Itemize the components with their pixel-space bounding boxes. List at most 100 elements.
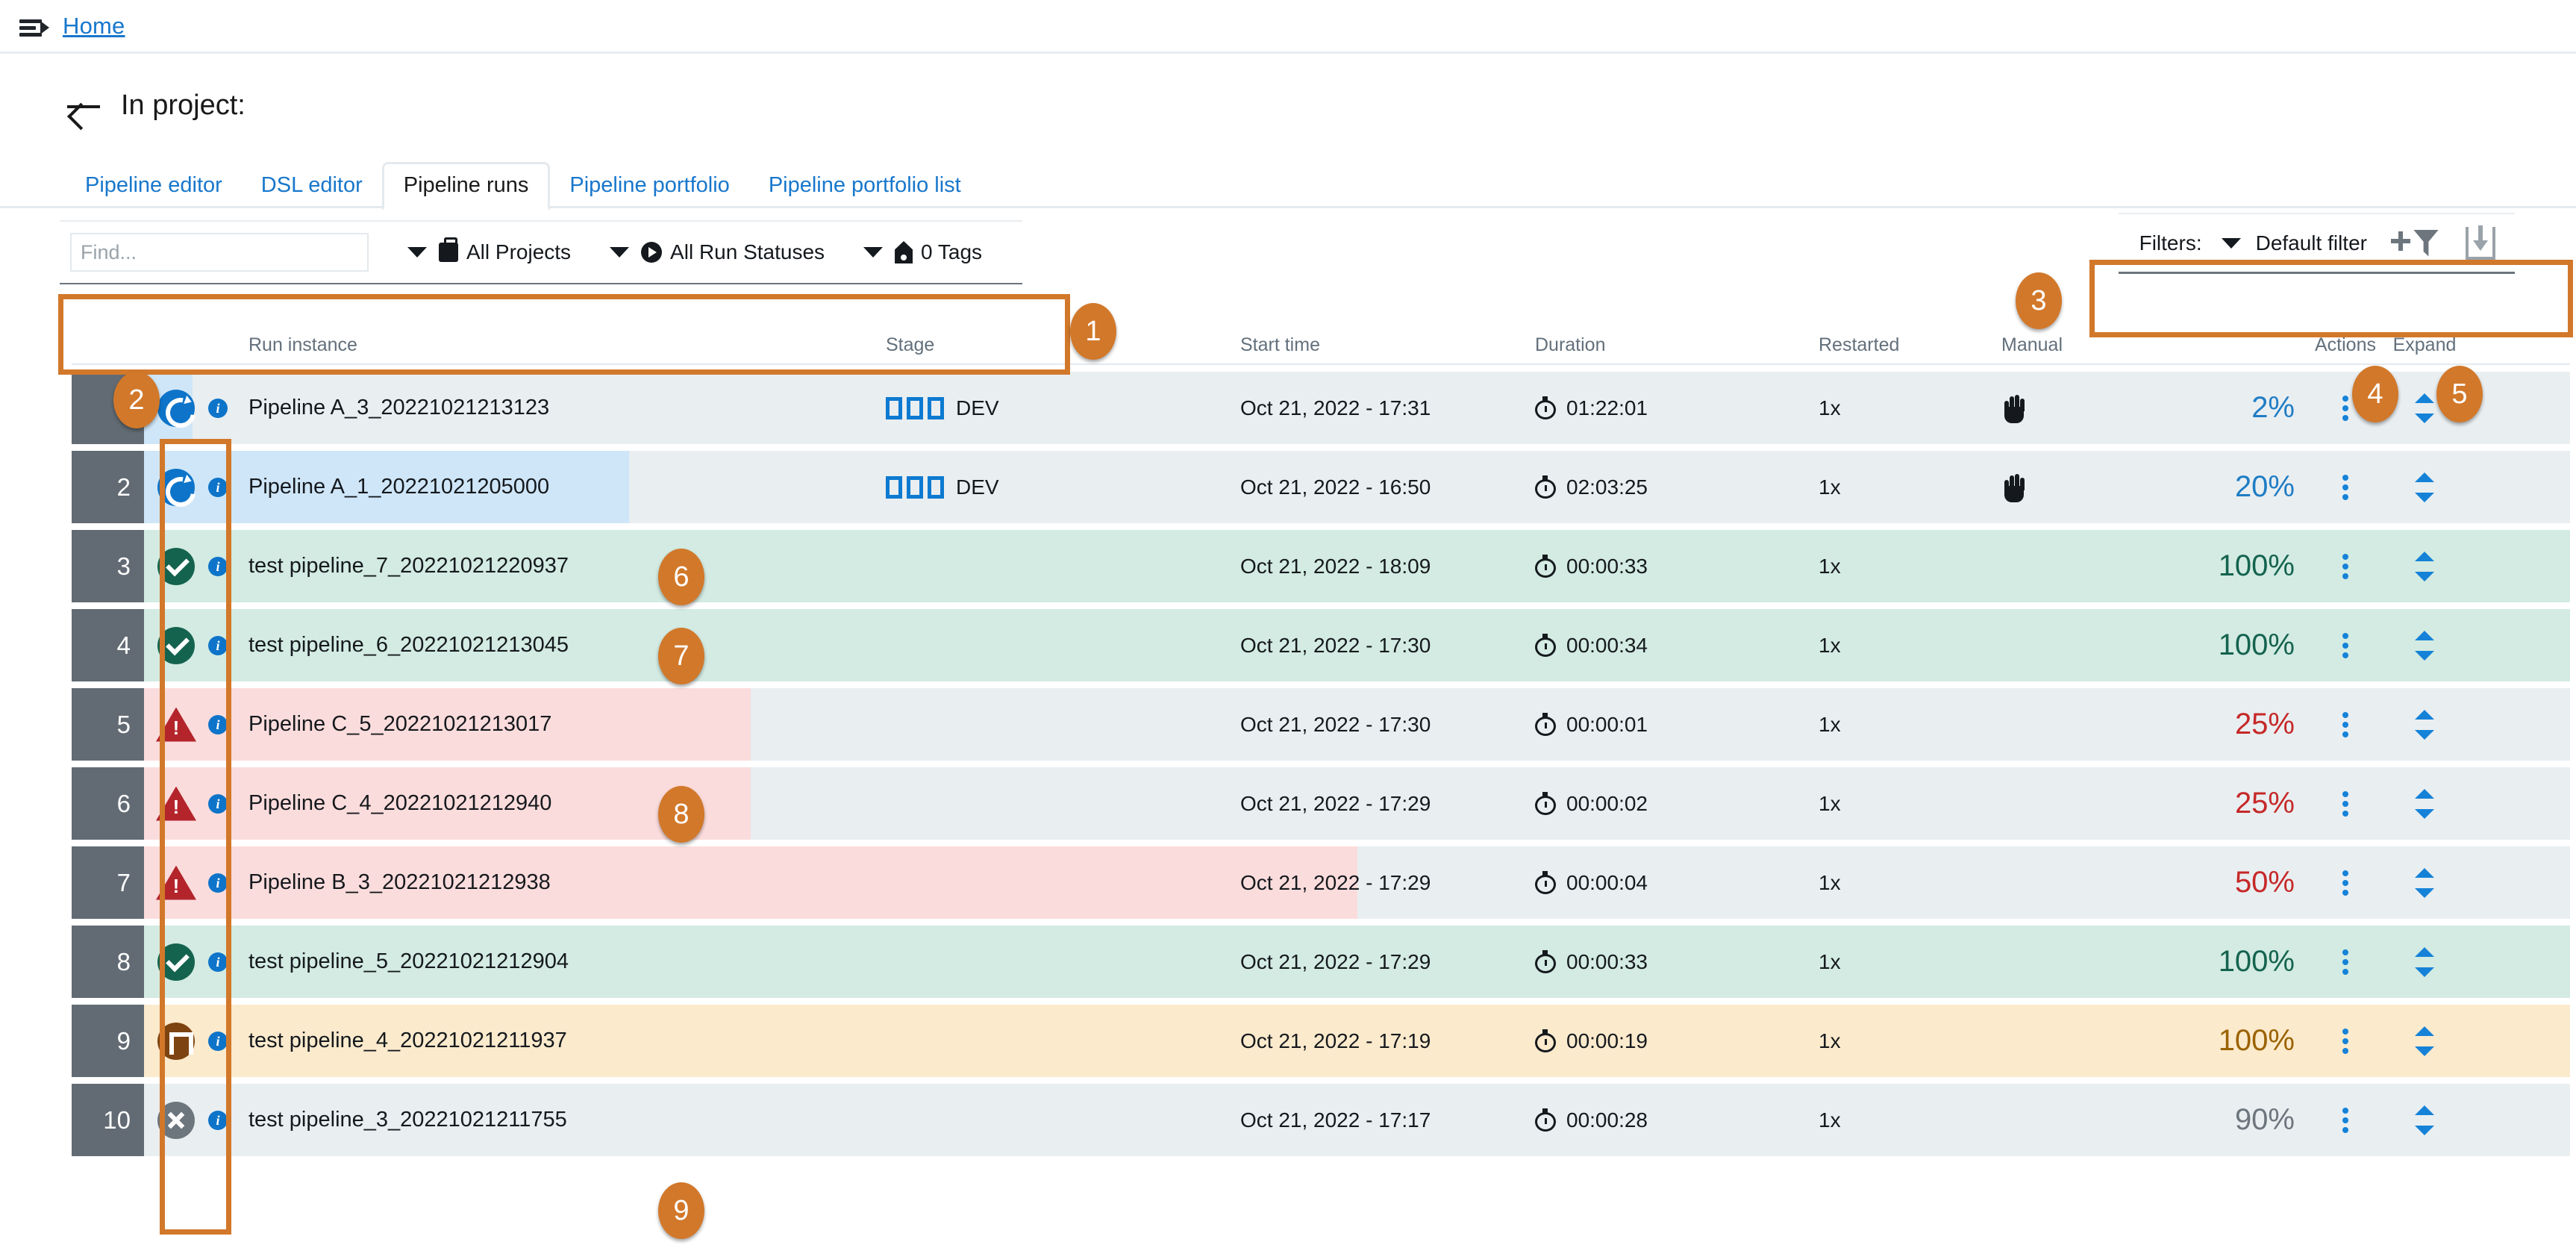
column-header-duration[interactable]: Duration [1535, 334, 1819, 363]
chevron-down-icon [407, 247, 427, 258]
run-status-icon-cell[interactable] [144, 865, 208, 900]
timer-icon [1535, 712, 1556, 736]
run-info-cell[interactable]: i [208, 556, 237, 576]
run-status-filter-label: All Run Statuses [670, 240, 825, 263]
menu-arrow-icon[interactable] [19, 13, 52, 39]
run-status-icon-cell[interactable] [144, 468, 208, 506]
selected-filter-label[interactable]: Default filter [2256, 231, 2367, 255]
run-percent: 20% [2234, 470, 2295, 503]
run-status-icon-cell[interactable] [144, 547, 208, 585]
table-row[interactable]: 7 i Pipeline B_3_20221021212938 Oct 21, 202… [72, 846, 2570, 919]
status-running-icon [157, 389, 195, 427]
play-circle-icon [641, 242, 663, 263]
row-actions-button[interactable] [2304, 708, 2387, 741]
run-instance-name[interactable]: Pipeline C_5_20221021213017 [237, 712, 886, 737]
column-header-start-time[interactable]: Start time [1240, 334, 1535, 363]
row-expand-button[interactable] [2387, 708, 2462, 741]
row-actions-button[interactable] [2304, 787, 2387, 820]
table-row[interactable]: 1iPipeline A_3_20221021213123DEVOct 21, … [72, 372, 2570, 444]
row-actions-button[interactable] [2304, 867, 2387, 899]
row-actions-button[interactable] [2304, 629, 2387, 662]
add-filter-icon[interactable] [2391, 227, 2440, 260]
search-input[interactable] [70, 233, 369, 272]
run-status-icon-cell[interactable] [144, 786, 208, 821]
run-restarted: 1x [1819, 1029, 1841, 1052]
run-info-cell[interactable]: i [208, 398, 237, 418]
run-info-cell[interactable]: i [208, 952, 237, 972]
table-row[interactable]: 9 i test pipeline_4_20221021211937 Oct 21, … [72, 1005, 2570, 1077]
run-instance-name[interactable]: test pipeline_4_20221021211937 [237, 1029, 886, 1053]
run-restarted: 1x [1819, 475, 1841, 499]
row-expand-button[interactable] [2387, 787, 2462, 820]
tab-pipeline-runs[interactable]: Pipeline runs [381, 162, 551, 210]
table-row[interactable]: 2 i Pipeline A_1_20221021205000 DEV Oct 21, … [72, 451, 2570, 523]
projects-filter-dropdown[interactable]: All Projects [407, 237, 571, 264]
row-expand-button[interactable] [2387, 1104, 2462, 1137]
run-status-filter-dropdown[interactable]: All Run Statuses [610, 240, 825, 264]
tag-icon [895, 241, 913, 263]
table-row[interactable]: 8 i test pipeline_5_20221021212904 Oct 21, … [72, 926, 2570, 998]
row-actions-button[interactable] [2304, 1025, 2387, 1058]
run-instance-name[interactable]: test pipeline_3_20221021211755 [237, 1108, 886, 1132]
kebab-menu-icon [2342, 471, 2348, 504]
column-header-manual[interactable]: Manual [2001, 334, 2132, 363]
table-row[interactable]: 4 i test pipeline_6_20221021213045 Oct 21, … [72, 609, 2570, 681]
tab-pipeline-portfolio-list[interactable]: Pipeline portfolio list [749, 164, 981, 208]
row-actions-button[interactable] [2304, 946, 2387, 979]
breadcrumb-home-link[interactable]: Home [63, 13, 125, 40]
table-row[interactable]: 10 i test pipeline_3_20221021211755 Oct 21,… [72, 1084, 2570, 1156]
run-start-time: Oct 21, 2022 - 17:19 [1240, 1029, 1431, 1052]
run-info-cell[interactable]: i [208, 793, 237, 814]
run-status-icon-cell[interactable] [144, 1022, 208, 1060]
run-instance-name[interactable]: Pipeline B_3_20221021212938 [237, 870, 886, 895]
run-instance-name[interactable]: Pipeline C_4_20221021212940 [237, 791, 886, 816]
row-expand-button[interactable] [2387, 471, 2462, 504]
row-actions-button[interactable] [2304, 471, 2387, 504]
column-header-stage[interactable]: Stage [886, 334, 1240, 363]
row-actions-button[interactable] [2304, 1104, 2387, 1137]
row-expand-button[interactable] [2387, 629, 2462, 662]
run-status-icon-cell[interactable] [144, 626, 208, 664]
run-status-icon-cell[interactable] [144, 1101, 208, 1139]
row-actions-button[interactable] [2304, 550, 2387, 583]
filters-label: Filters: [2139, 231, 2202, 255]
run-status-icon-cell[interactable] [144, 707, 208, 742]
row-expand-button[interactable] [2387, 867, 2462, 899]
run-instance-name[interactable]: test pipeline_7_20221021220937 [237, 554, 886, 578]
status-warn-icon [156, 865, 196, 900]
tab-pipeline-portfolio[interactable]: Pipeline portfolio [550, 164, 748, 208]
run-info-cell[interactable]: i [208, 1110, 237, 1130]
kebab-menu-icon [2342, 1104, 2348, 1137]
row-expand-button[interactable] [2387, 1025, 2462, 1058]
filters-bar: Filters: Default filter [2118, 213, 2515, 274]
export-filter-icon[interactable] [2466, 225, 2495, 260]
status-ok-icon [157, 626, 195, 664]
tab-pipeline-editor[interactable]: Pipeline editor [66, 164, 242, 208]
tags-filter-dropdown[interactable]: 0 Tags [863, 240, 982, 264]
run-info-cell[interactable]: i [208, 635, 237, 655]
row-expand-button[interactable] [2387, 550, 2462, 583]
chevron-down-icon[interactable] [2221, 237, 2241, 249]
table-row[interactable]: 3 i test pipeline_7_20221021220937 Oct 21, … [72, 530, 2570, 602]
run-info-cell[interactable]: i [208, 477, 237, 497]
timer-icon [1535, 475, 1556, 499]
callout-badge-8: 8 [658, 786, 704, 843]
run-info-cell[interactable]: i [208, 1031, 237, 1051]
tab-dsl-editor[interactable]: DSL editor [242, 164, 382, 208]
run-instance-name[interactable]: test pipeline_6_20221021213045 [237, 633, 886, 658]
run-info-cell[interactable]: i [208, 873, 237, 893]
row-expand-button[interactable] [2387, 946, 2462, 979]
stage-progress-boxes [886, 396, 944, 419]
run-info-cell[interactable]: i [208, 714, 237, 734]
column-header-run-instance[interactable]: Run instance [237, 334, 886, 363]
run-instance-name[interactable]: test pipeline_5_20221021212904 [237, 949, 886, 974]
run-percent: 90% [2234, 1103, 2295, 1136]
column-header-restarted[interactable]: Restarted [1819, 334, 2001, 363]
back-arrow-icon[interactable] [66, 91, 104, 121]
run-instance-name[interactable]: Pipeline A_1_20221021205000 [237, 475, 886, 499]
run-status-icon-cell[interactable] [144, 943, 208, 981]
chevron-updown-icon [2413, 946, 2436, 979]
run-instance-name[interactable]: Pipeline A_3_20221021213123 [237, 396, 886, 420]
table-row[interactable]: 6 i Pipeline C_4_20221021212940 Oct 21, 202… [72, 767, 2570, 840]
table-row[interactable]: 5 i Pipeline C_5_20221021213017 Oct 21, 202… [72, 688, 2570, 761]
